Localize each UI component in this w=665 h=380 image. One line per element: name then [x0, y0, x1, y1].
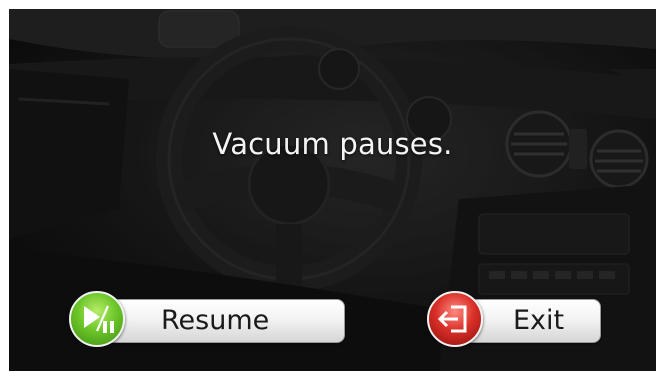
exit-door-icon[interactable] — [427, 291, 483, 347]
status-message: Vacuum pauses. — [212, 127, 453, 161]
exit-button-label[interactable]: Exit — [513, 299, 564, 343]
resume-button[interactable]: Resume — [69, 291, 345, 347]
resume-button-label[interactable]: Resume — [161, 299, 269, 343]
vacuum-paused-screen: Vacuum pauses. Resume Exit — [9, 9, 656, 371]
exit-button[interactable]: Exit — [427, 291, 601, 347]
play-pause-icon[interactable] — [69, 291, 125, 347]
